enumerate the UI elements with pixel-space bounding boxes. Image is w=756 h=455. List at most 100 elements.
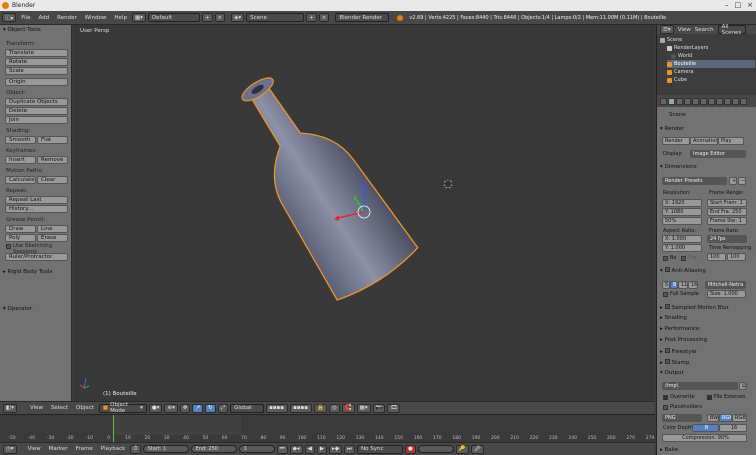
calculate-button[interactable]: Calculate	[5, 176, 36, 184]
record-icon[interactable]: ●	[405, 444, 416, 454]
poly-button[interactable]: Poly	[5, 234, 36, 242]
layout-select[interactable]: Default	[147, 13, 200, 22]
scene-add-icon[interactable]: +	[306, 13, 317, 22]
preview-range-icon[interactable]: ⏱	[130, 444, 141, 454]
translate-button[interactable]: Translate	[5, 49, 68, 57]
outliner-display-select[interactable]: All Scenes	[717, 24, 746, 36]
viewport-shading-icon[interactable]: ●▾	[148, 403, 163, 413]
line-button[interactable]: Line	[37, 225, 68, 233]
outliner-item-bouteille[interactable]: Bouteille	[667, 60, 755, 68]
object-tab-icon[interactable]	[700, 97, 707, 105]
freestyle-panel-header[interactable]: ▸ Freestyle	[660, 348, 696, 355]
layers-grid-2-icon[interactable]: ▪▪▪▪	[290, 403, 313, 413]
proportional-edit-icon[interactable]: ◎	[328, 403, 340, 413]
rotate-button[interactable]: Rotate	[5, 58, 68, 66]
frame-step-field[interactable]: Frame Ste: 1	[707, 217, 747, 225]
sync-mode-select[interactable]: No Sync	[357, 444, 403, 454]
data-tab-icon[interactable]	[724, 97, 731, 105]
output-path-field[interactable]: /tmp\	[662, 382, 738, 390]
anti-aliasing-panel-header[interactable]: ▾ Anti-Aliasing	[660, 267, 706, 274]
jump-end-icon[interactable]: ⏭	[344, 444, 355, 454]
scale-button[interactable]: Scale	[5, 67, 68, 75]
layout-icon[interactable]: ▦▾	[131, 13, 146, 22]
scene-icon[interactable]: ◈▾	[231, 13, 245, 22]
post-processing-panel-header[interactable]: ▸ Post Processing	[660, 337, 707, 343]
stamp-panel-header[interactable]: ▸ Stamp	[660, 359, 689, 366]
close-icon[interactable]: ×	[747, 1, 753, 9]
history-button[interactable]: History...	[5, 205, 68, 213]
motion-blur-checkbox[interactable]	[664, 304, 670, 309]
file-extension-checkbox[interactable]	[707, 395, 712, 400]
layout-add-icon[interactable]: +	[201, 13, 213, 22]
object-tools-header[interactable]: ▾ Object Tools	[3, 27, 41, 33]
color-bw-button[interactable]: BW	[707, 414, 719, 422]
3d-viewport[interactable]: User Persp (1) Bouteille	[73, 25, 655, 401]
color-rgb-button[interactable]: RGB	[719, 414, 732, 422]
aa-filter-select[interactable]: Mitchell-Netra	[705, 281, 746, 289]
menu-window[interactable]: Window	[82, 15, 110, 21]
freestyle-checkbox[interactable]	[664, 348, 670, 353]
aa-samples-5[interactable]: 5	[662, 281, 670, 289]
frame-end-field[interactable]: End Fra: 250	[707, 208, 747, 216]
outliner-item-renderlayers[interactable]: RenderLayers	[667, 44, 756, 52]
start-frame-field[interactable]: Start: 1	[142, 445, 189, 453]
scale-manipulator-icon[interactable]: ⤢	[217, 403, 229, 413]
mode-select[interactable]: ■ Object Mode ▾	[98, 402, 147, 414]
clear-button[interactable]: Clear	[37, 176, 68, 184]
outliner-view-menu[interactable]: View	[678, 27, 691, 33]
render-engine-select[interactable]: Blender Render	[335, 13, 390, 22]
operator-header[interactable]: ▾ Operator	[3, 306, 32, 312]
file-format-select[interactable]: PNG	[662, 414, 702, 422]
scene-remove-icon[interactable]: ×	[318, 13, 330, 22]
render-presets-select[interactable]: Render Presets	[662, 177, 727, 185]
outliner-search-menu[interactable]: Search	[695, 27, 714, 33]
snap-element-icon[interactable]: ▦▾	[356, 403, 371, 413]
full-sample-checkbox[interactable]	[663, 292, 668, 297]
world-tab-icon[interactable]	[692, 97, 699, 105]
resolution-x-field[interactable]: X: 1920	[662, 199, 702, 207]
maximize-icon[interactable]: □	[735, 1, 742, 9]
aa-samples-16[interactable]: 16	[688, 281, 698, 289]
animation-button[interactable]: Animation	[690, 137, 718, 145]
render-panel-header[interactable]: ▾ Render	[660, 126, 684, 132]
jump-keyframe-forward-icon[interactable]: ▸◆	[329, 444, 343, 454]
constraints-tab-icon[interactable]	[708, 97, 715, 105]
menu-file[interactable]: File	[18, 15, 33, 21]
pivot-point-icon[interactable]: ⊕▾	[164, 403, 178, 413]
compression-field[interactable]: Compression: 90%	[662, 434, 747, 442]
renderlayers-tab-icon[interactable]	[676, 97, 683, 105]
opengl-render-icon[interactable]: 📷	[372, 403, 386, 413]
overwrite-checkbox[interactable]	[663, 395, 668, 400]
crop-checkbox[interactable]	[681, 256, 686, 261]
menu-timeline-view[interactable]: View	[25, 446, 44, 452]
join-button[interactable]: Join	[5, 116, 68, 124]
current-frame-field[interactable]: 1	[238, 445, 275, 453]
menu-render[interactable]: Render	[54, 15, 80, 21]
opengl-anim-icon[interactable]: 🎞	[387, 403, 401, 413]
play-render-button[interactable]: Play	[718, 137, 744, 145]
ruler-protractor-button[interactable]: Ruler/Protractor	[5, 253, 68, 261]
aspect-x-field[interactable]: X: 1.000	[662, 235, 702, 243]
folder-browse-icon[interactable]: ▤	[739, 382, 747, 390]
frame-rate-select[interactable]: 24 fps	[707, 235, 747, 243]
remap-old-field[interactable]: 100	[707, 253, 726, 261]
manipulator-toggle-icon[interactable]: ✥	[179, 403, 191, 413]
erase-button[interactable]: Erase	[37, 234, 68, 242]
stamp-checkbox[interactable]	[664, 359, 670, 364]
texture-tab-icon[interactable]	[740, 97, 747, 105]
modifiers-tab-icon[interactable]	[716, 97, 723, 105]
remove-keyframe-button[interactable]: Remove	[37, 156, 68, 164]
smooth-button[interactable]: Smooth	[5, 136, 36, 144]
origin-button[interactable]: Origin	[5, 78, 68, 86]
outliner-item-camera[interactable]: Camera	[667, 68, 756, 76]
insert-keyframe-button[interactable]: Insert	[5, 156, 36, 164]
rotate-manipulator-icon[interactable]: ↻	[205, 403, 216, 413]
border-checkbox[interactable]	[663, 256, 668, 261]
material-tab-icon[interactable]	[732, 97, 739, 105]
menu-view[interactable]: View	[27, 405, 46, 411]
keying-set-field[interactable]	[417, 445, 454, 453]
snap-icon[interactable]: 🧲	[341, 403, 355, 413]
draw-button[interactable]: Draw	[5, 225, 36, 233]
placeholders-checkbox[interactable]	[663, 405, 668, 410]
resolution-percent-field[interactable]: 50%	[662, 217, 702, 225]
